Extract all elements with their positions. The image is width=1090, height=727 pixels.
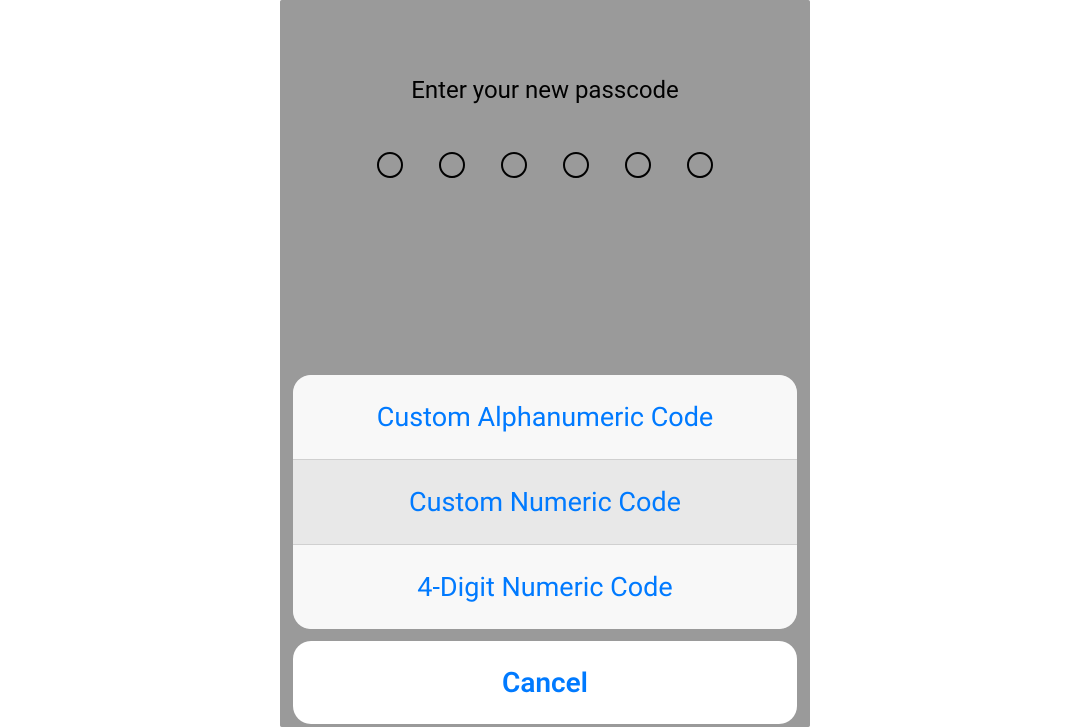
passcode-dot [687,152,713,178]
cancel-button[interactable]: Cancel [293,641,797,724]
passcode-dot [377,152,403,178]
passcode-dot [625,152,651,178]
option-four-digit[interactable]: 4-Digit Numeric Code [293,545,797,629]
action-sheet: Custom Alphanumeric Code Custom Numeric … [280,375,810,727]
option-custom-alphanumeric[interactable]: Custom Alphanumeric Code [293,375,797,459]
passcode-setup-screen: Enter your new passcode Custom Alphanume… [280,0,810,727]
passcode-dot [501,152,527,178]
prompt-text: Enter your new passcode [280,76,810,104]
passcode-dots-container [280,152,810,178]
passcode-options-group: Custom Alphanumeric Code Custom Numeric … [293,375,797,629]
option-custom-numeric[interactable]: Custom Numeric Code [293,460,797,544]
passcode-dot [439,152,465,178]
passcode-dot [563,152,589,178]
